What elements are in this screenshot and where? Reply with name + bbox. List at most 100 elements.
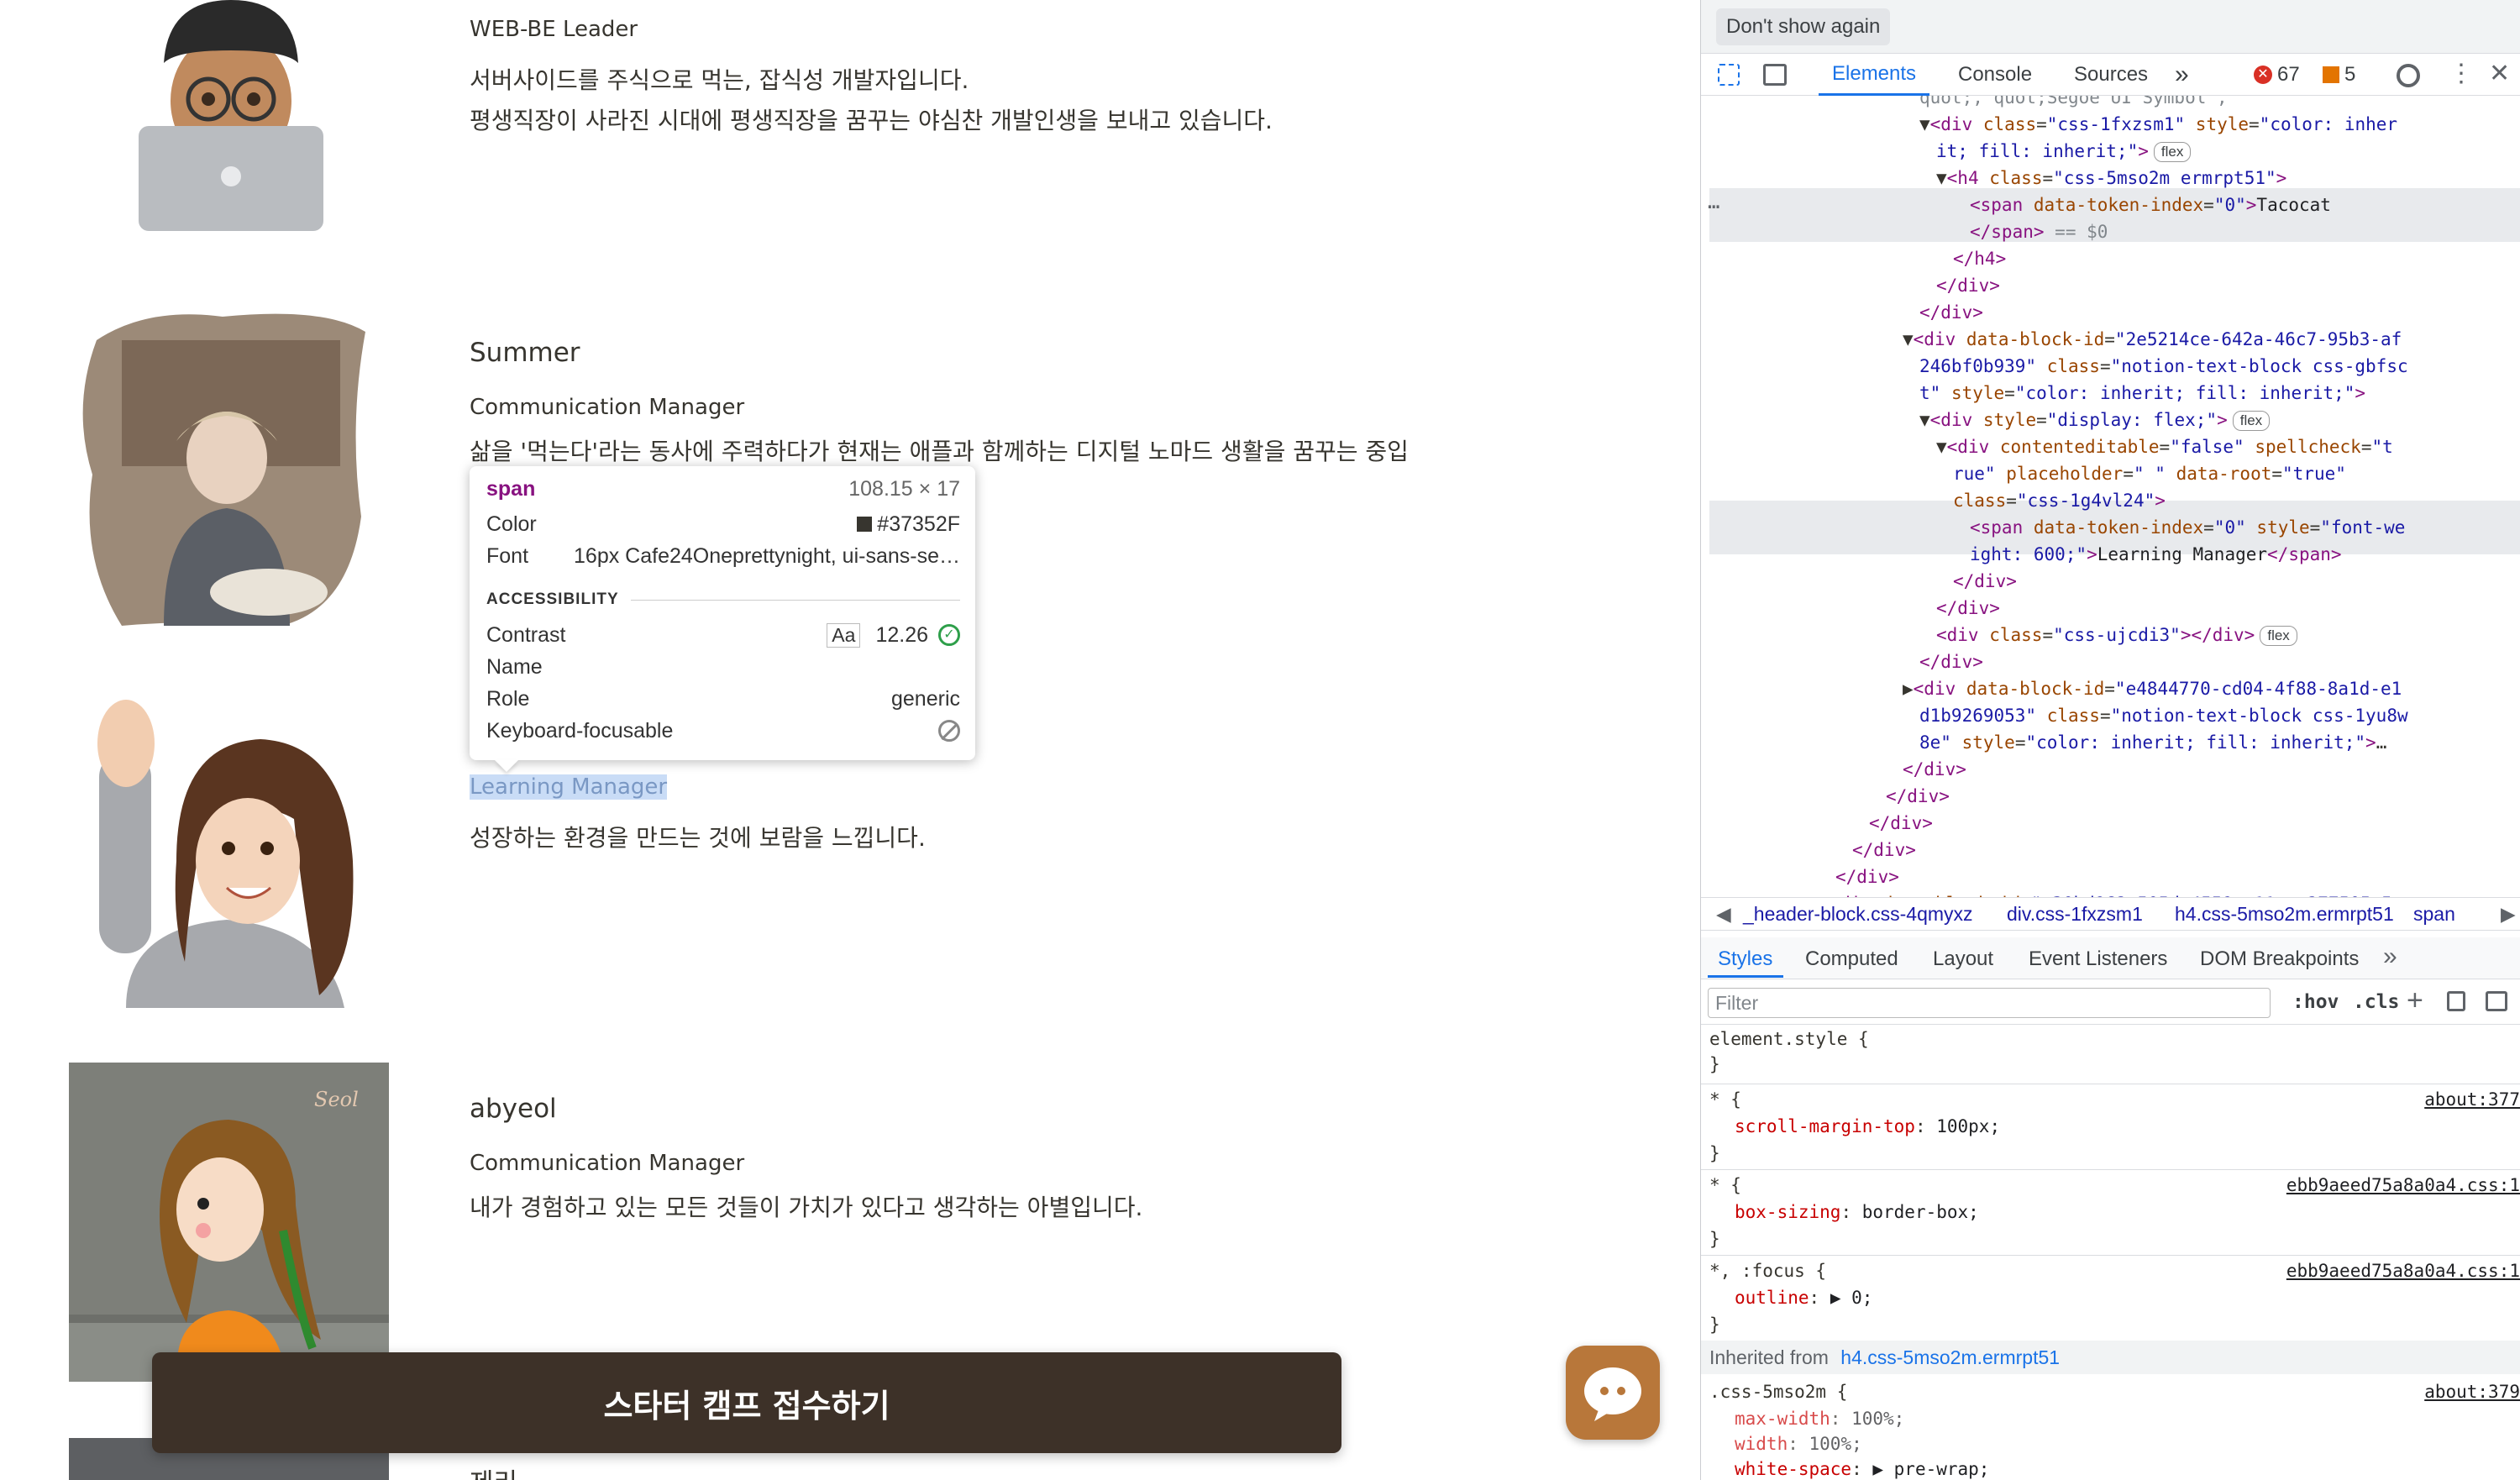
chat-button[interactable] — [1566, 1346, 1660, 1440]
dom-node-line[interactable]: <span data-token-index="0" style="font-w… — [1970, 514, 2405, 541]
breadcrumb-item[interactable]: div.css-1fxzsm1 — [2007, 903, 2143, 926]
dom-node-line[interactable]: d1b9269053" class="notion-text-block css… — [1919, 702, 2408, 729]
dom-node-line[interactable]: </div> — [1919, 648, 1983, 675]
rule-source-link[interactable]: about:379 — [2424, 1379, 2520, 1404]
kebab-menu-icon[interactable]: ⋮ — [2449, 59, 2474, 88]
dom-node-line[interactable]: ▼<div class="css-1fxzsm1" style="color: … — [1919, 111, 2397, 138]
tab-computed[interactable]: Computed — [1805, 947, 1898, 971]
css-value[interactable]: ▶ pre-wrap; — [1872, 1459, 1989, 1479]
dom-node-line[interactable]: <div class="css-ujcdi3"></div> flex — [1936, 622, 2297, 648]
tooltip-color-value: #37352F — [877, 512, 960, 536]
css-property[interactable]: scroll-margin-top — [1735, 1116, 1915, 1136]
dom-node-line[interactable]: it; fill: inherit;"> flex — [1936, 138, 2192, 165]
cls-toggle[interactable]: .cls — [2353, 991, 2399, 1013]
rule-selector[interactable]: * { — [1709, 1175, 1741, 1195]
dont-show-again-button[interactable]: Don't show again — [1716, 8, 1891, 45]
inherited-from-link[interactable]: h4.css-5mso2m.ermrpt51 — [1840, 1346, 2060, 1368]
dom-node-line[interactable]: ▶<div data-block-id="e4844770-cd04-4f88-… — [1903, 675, 2402, 702]
css-value[interactable]: 100px; — [1936, 1116, 2000, 1136]
dom-node-line[interactable]: </div> — [1852, 837, 1916, 863]
rule-selector[interactable]: .css-5mso2m { — [1709, 1382, 1847, 1402]
dom-node-line[interactable]: class="css-1g4vl24"> — [1953, 487, 2166, 514]
ellipsis-icon[interactable]: … — [1708, 190, 1719, 213]
css-property[interactable]: max-width — [1735, 1409, 1830, 1429]
css-property[interactable]: width — [1735, 1434, 1788, 1454]
more-subtabs-icon[interactable]: » — [2383, 942, 2397, 971]
dom-node-line[interactable]: ▼<h4 class="css-5mso2m ermrpt51"> — [1936, 165, 2286, 192]
dom-node-line[interactable]: </div> — [1835, 863, 1899, 890]
person-web-be-leader: WEB-BE Leader 서버사이드를 주식으로 먹는, 잡식성 개발자입니다… — [470, 17, 1662, 141]
starter-camp-apply-button[interactable]: 스타터 캠프 접수하기 — [152, 1352, 1341, 1453]
dom-node-line[interactable]: </div> — [1903, 756, 1966, 783]
tab-styles[interactable]: Styles — [1718, 947, 1772, 971]
css-value[interactable]: 100%; — [1851, 1409, 1904, 1429]
inherited-label: Inherited from — [1709, 1346, 1829, 1368]
rule-source-link[interactable]: ebb9aeed75a8a0a4.css:1 — [2286, 1258, 2520, 1283]
css-property[interactable]: white-space — [1735, 1459, 1851, 1479]
close-devtools-icon[interactable]: ✕ — [2489, 59, 2510, 88]
flex-badge[interactable]: flex — [2260, 626, 2297, 646]
dom-node-line[interactable]: quot;, quot;Segoe UI Symbol", — [1919, 96, 2238, 111]
dom-node-line[interactable]: </h4> — [1953, 245, 2006, 272]
css-property[interactable]: box-sizing — [1735, 1202, 1840, 1222]
breadcrumb-item[interactable]: h4.css-5mso2m.ermrpt51 — [2175, 903, 2394, 926]
device-toolbar-icon[interactable] — [1763, 64, 1787, 86]
dom-node-line[interactable]: </div> — [1953, 568, 2017, 595]
tab-layout[interactable]: Layout — [1933, 947, 1993, 971]
devtools-notice-bar: Don't show again — [1701, 0, 2520, 54]
flex-badge[interactable]: flex — [2153, 142, 2192, 162]
warning-count[interactable]: 5 — [2344, 63, 2355, 87]
tab-elements[interactable]: Elements — [1819, 54, 1930, 96]
dom-node-line[interactable]: ight: 600;">Learning Manager</span> — [1970, 541, 2342, 568]
flex-badge[interactable]: flex — [2232, 411, 2271, 431]
dom-node-line[interactable]: ▼<div contenteditable="false" spellcheck… — [1936, 433, 2393, 460]
breadcrumb-scroll-left-icon[interactable]: ◀ — [1716, 903, 1731, 926]
more-tabs-icon[interactable]: » — [2175, 54, 2189, 96]
role-label: WEB-BE Leader — [470, 17, 638, 42]
dom-node-line[interactable]: </div> — [1936, 272, 2000, 299]
dom-node-line[interactable]: </div> — [1919, 299, 1983, 326]
rule-source-link[interactable]: about:377 — [2424, 1087, 2520, 1112]
dom-node-line[interactable]: ▶<div data-block-id="e30bd962-505d-4559-… — [1819, 890, 2392, 897]
new-rule-icon[interactable]: + — [2407, 984, 2423, 1017]
dom-node-line[interactable]: </div> — [1869, 810, 1933, 837]
avatar-summer-photo — [71, 307, 374, 630]
paint-brush-icon[interactable] — [2447, 991, 2465, 1011]
css-value[interactable]: border-box; — [1862, 1202, 1979, 1222]
css-property[interactable]: outline — [1735, 1288, 1809, 1308]
error-count[interactable]: 67 — [2277, 63, 2300, 87]
dom-node-line[interactable]: </span> == $0 — [1970, 218, 2108, 245]
element-style-selector[interactable]: element.style { — [1709, 1029, 1869, 1049]
settings-gear-icon[interactable] — [2397, 64, 2420, 87]
dom-node-line[interactable]: t" style="color: inherit; fill: inherit;… — [1919, 380, 2365, 407]
css-value[interactable]: ▶ 0; — [1830, 1288, 1873, 1308]
breadcrumb-item[interactable]: span — [2413, 903, 2455, 926]
dom-node-line[interactable]: 8e" style="color: inherit; fill: inherit… — [1919, 729, 2386, 756]
toggle-sidebar-icon[interactable] — [2486, 991, 2507, 1011]
tab-styles-underline — [1708, 975, 1783, 978]
rule-selector[interactable]: * { — [1709, 1089, 1741, 1110]
breadcrumb-item[interactable]: _header-block.css-4qmyxz — [1743, 903, 1973, 926]
breadcrumb-scroll-right-icon[interactable]: ▶ — [2501, 903, 2516, 926]
inherited-header: Inherited from h4.css-5mso2m.ermrpt51 — [1701, 1341, 2520, 1374]
dom-node-line[interactable]: ▼<div style="display: flex;"> flex — [1919, 407, 2271, 433]
tab-console[interactable]: Console — [1958, 54, 2032, 96]
inspect-element-icon[interactable] — [1718, 64, 1740, 86]
tooltip-accessibility-heading: ACCESSIBILITY — [486, 590, 619, 608]
rule-selector[interactable]: *, :focus { — [1709, 1261, 1826, 1281]
person-description-line: 내가 경험하고 있는 모든 것들이 가치가 있다고 생각하는 아별입니다. — [470, 1194, 1143, 1221]
tab-event-listeners[interactable]: Event Listeners — [2029, 947, 2167, 971]
dom-node-line[interactable]: <span data-token-index="0">Tacocat — [1970, 192, 2331, 218]
tab-dom-breakpoints[interactable]: DOM Breakpoints — [2200, 947, 2359, 971]
dom-node-line[interactable]: </div> — [1936, 595, 2000, 622]
css-value[interactable]: 100%; — [1809, 1434, 1862, 1454]
styles-filter-input[interactable]: Filter — [1708, 988, 2271, 1018]
tab-sources[interactable]: Sources — [2074, 54, 2148, 96]
dom-node-line[interactable]: rue" placeholder=" " data-root="true" — [1953, 460, 2346, 487]
tooltip-name-label: Name — [486, 654, 543, 679]
dom-node-line[interactable]: ▼<div data-block-id="2e5214ce-642a-46c7-… — [1903, 326, 2402, 353]
dom-node-line[interactable]: 246bf0b939" class="notion-text-block css… — [1919, 353, 2408, 380]
dom-node-line[interactable]: </div> — [1886, 783, 1950, 810]
hov-toggle[interactable]: :hov — [2292, 991, 2339, 1013]
rule-source-link[interactable]: ebb9aeed75a8a0a4.css:1 — [2286, 1173, 2520, 1198]
